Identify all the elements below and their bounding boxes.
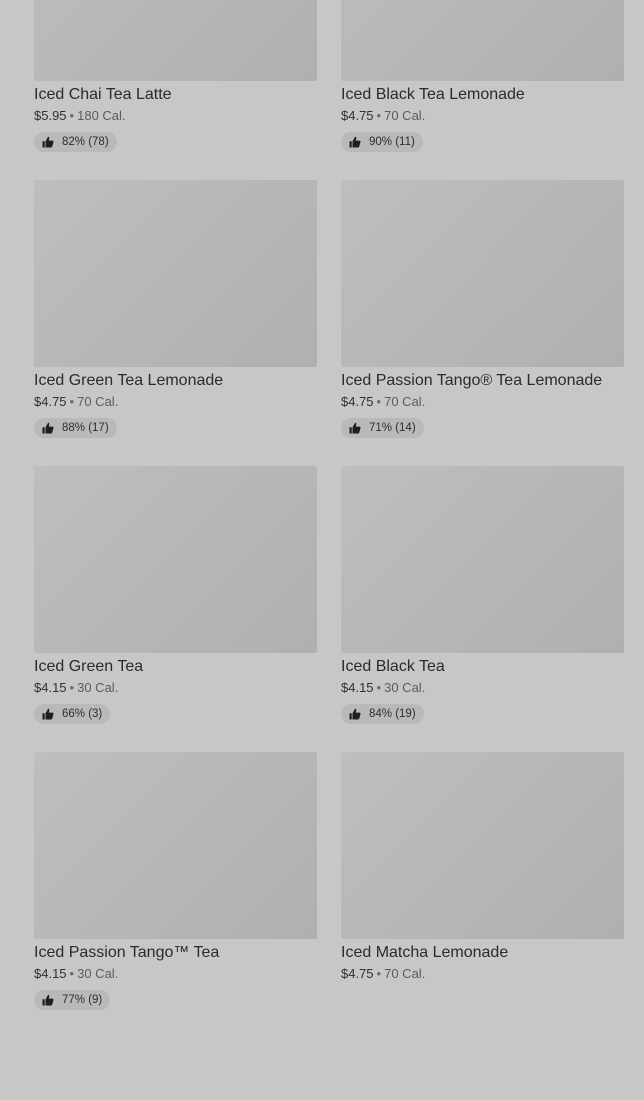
item-image[interactable]: [341, 752, 624, 939]
thumbs-up-icon: [349, 136, 361, 148]
item-calories: 70 Cal.: [384, 966, 426, 981]
thumbs-up-icon: [42, 422, 54, 434]
item-name[interactable]: Iced Black Tea: [341, 657, 624, 677]
thumbs-up-icon: [349, 422, 361, 434]
rating-badge: 90% (11): [341, 132, 423, 152]
item-meta: $4.75 • 70 Cal.: [341, 394, 624, 410]
thumbs-up-icon: [42, 708, 54, 720]
item-price: $4.15: [34, 966, 67, 981]
rating-text: 84% (19): [369, 708, 416, 720]
item-image[interactable]: [341, 180, 624, 367]
menu-item-card[interactable]: Iced Chai Tea Latte $5.95 • 180 Cal. 82% (…: [34, 0, 317, 156]
menu-item-grid: Iced Chai Tea Latte $5.95 • 180 Cal. 82% (…: [34, 0, 624, 1014]
rating-text: 66% (3): [62, 708, 103, 720]
thumbs-up-icon: [349, 708, 361, 720]
item-meta: $4.75 • 70 Cal.: [341, 108, 624, 124]
item-name[interactable]: Iced Passion Tango® Tea Lemonade: [341, 371, 624, 391]
rating-text: 77% (9): [62, 994, 103, 1006]
item-name[interactable]: Iced Passion Tango™ Tea: [34, 943, 317, 963]
item-image[interactable]: [34, 180, 317, 367]
meta-separator: •: [376, 394, 382, 409]
item-meta: $4.75 • 70 Cal.: [341, 966, 624, 982]
rating-text: 90% (11): [369, 136, 415, 148]
menu-item-card[interactable]: Iced Black Tea Lemonade $4.75 • 70 Cal. 90…: [341, 0, 624, 156]
item-calories: 30 Cal.: [77, 966, 119, 981]
rating-text: 82% (78): [62, 136, 109, 148]
item-meta: $4.15 • 30 Cal.: [34, 966, 317, 982]
menu-item-card[interactable]: Iced Green Tea Lemonade $4.75 • 70 Cal. 88…: [34, 180, 317, 442]
thumbs-up-icon: [42, 136, 54, 148]
item-meta: $4.15 • 30 Cal.: [34, 680, 317, 696]
item-name[interactable]: Iced Matcha Lemonade: [341, 943, 624, 963]
meta-separator: •: [69, 966, 75, 981]
item-price: $4.75: [34, 394, 67, 409]
meta-separator: •: [69, 108, 75, 123]
item-name[interactable]: Iced Green Tea Lemonade: [34, 371, 317, 391]
meta-separator: •: [376, 680, 382, 695]
meta-separator: •: [69, 394, 75, 409]
item-price: $4.15: [34, 680, 67, 695]
item-calories: 70 Cal.: [384, 108, 426, 123]
menu-item-card[interactable]: Iced Passion Tango® Tea Lemonade $4.75 • 7…: [341, 180, 624, 442]
item-price: $4.75: [341, 966, 374, 981]
rating-badge: 88% (17): [34, 418, 117, 438]
rating-text: 88% (17): [62, 422, 109, 434]
rating-badge: 66% (3): [34, 704, 111, 724]
meta-separator: •: [376, 966, 382, 981]
meta-separator: •: [376, 108, 382, 123]
menu-item-card[interactable]: Iced Black Tea $4.15 • 30 Cal. 84% (19): [341, 466, 624, 728]
item-price: $4.15: [341, 680, 374, 695]
item-price: $4.75: [341, 108, 374, 123]
item-meta: $4.15 • 30 Cal.: [341, 680, 624, 696]
rating-text: 71% (14): [369, 422, 416, 434]
menu-item-card[interactable]: Iced Passion Tango™ Tea $4.15 • 30 Cal. 77…: [34, 752, 317, 1014]
item-calories: 30 Cal.: [77, 680, 119, 695]
item-name[interactable]: Iced Chai Tea Latte: [34, 85, 317, 105]
item-image[interactable]: [341, 0, 624, 81]
thumbs-up-icon: [42, 994, 54, 1006]
item-meta: $4.75 • 70 Cal.: [34, 394, 317, 410]
item-image[interactable]: [34, 752, 317, 939]
item-price: $4.75: [341, 394, 374, 409]
item-name[interactable]: Iced Black Tea Lemonade: [341, 85, 624, 105]
item-calories: 70 Cal.: [77, 394, 119, 409]
rating-badge: 84% (19): [341, 704, 424, 724]
rating-badge: 77% (9): [34, 990, 111, 1010]
item-image[interactable]: [341, 466, 624, 653]
meta-separator: •: [69, 680, 75, 695]
item-calories: 30 Cal.: [384, 680, 426, 695]
item-name[interactable]: Iced Green Tea: [34, 657, 317, 677]
rating-badge: 82% (78): [34, 132, 117, 152]
item-price: $5.95: [34, 108, 67, 123]
item-image[interactable]: [34, 466, 317, 653]
item-image[interactable]: [34, 0, 317, 81]
rating-badge: 71% (14): [341, 418, 424, 438]
menu-item-card[interactable]: Iced Green Tea $4.15 • 30 Cal. 66% (3): [34, 466, 317, 728]
item-calories: 70 Cal.: [384, 394, 426, 409]
item-calories: 180 Cal.: [77, 108, 126, 123]
menu-page: Iced Chai Tea Latte $5.95 • 180 Cal. 82% (…: [0, 0, 644, 1100]
item-meta: $5.95 • 180 Cal.: [34, 108, 317, 124]
menu-item-card[interactable]: Iced Matcha Lemonade $4.75 • 70 Cal.: [341, 752, 624, 1014]
